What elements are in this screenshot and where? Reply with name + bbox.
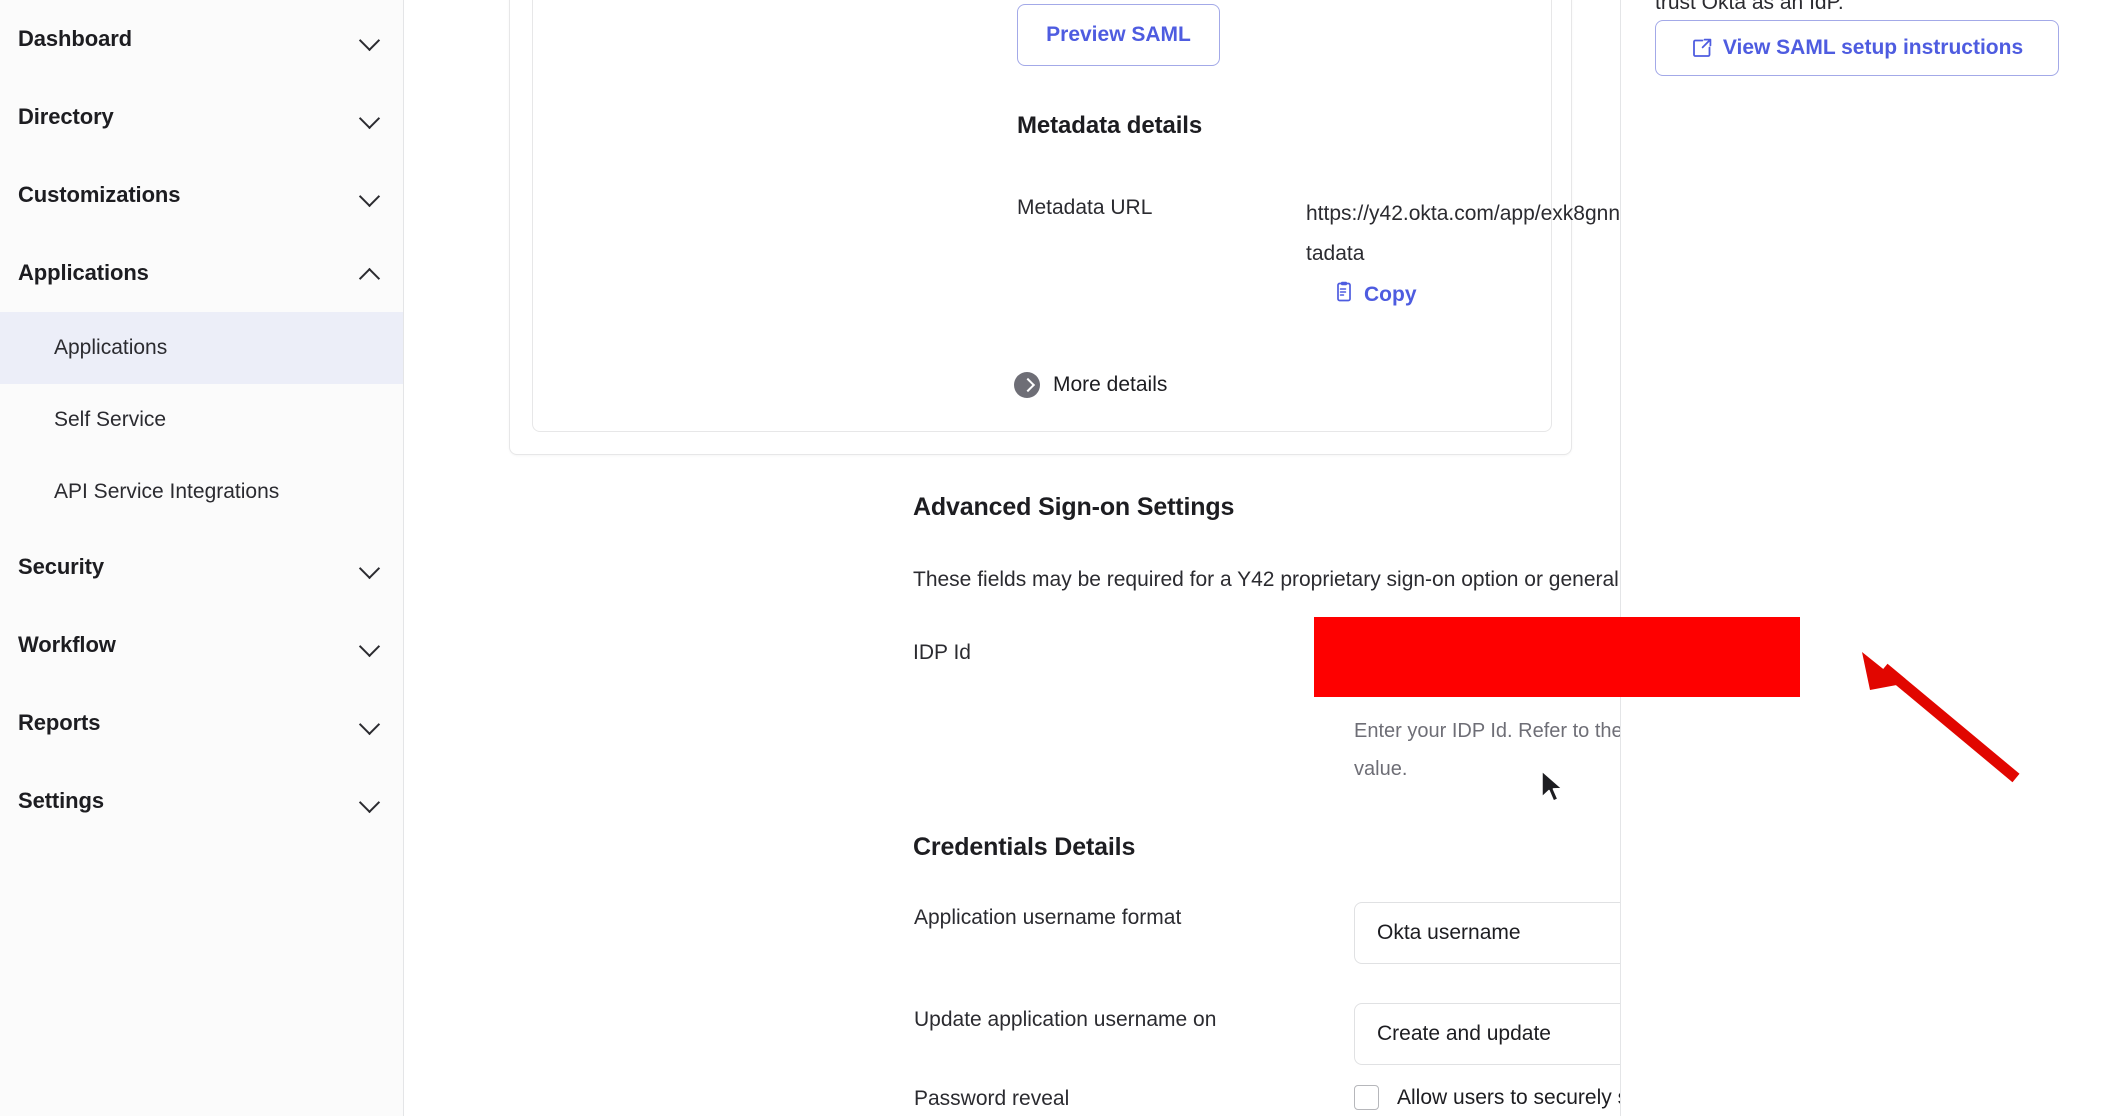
metadata-url-label: Metadata URL: [1017, 196, 1153, 219]
sidebar-item-customizations[interactable]: Customizations: [0, 156, 403, 234]
chevron-down-icon: [359, 28, 381, 50]
sidebar-item-label: Directory: [18, 104, 114, 129]
sidebar-item-label: Applications: [18, 260, 149, 285]
preview-saml-button[interactable]: Preview SAML: [1017, 4, 1220, 66]
password-reveal-label: Password reveal: [914, 1087, 1070, 1110]
sidebar-subitem-label: Applications: [54, 336, 168, 359]
sidebar-item-applications[interactable]: Applications: [0, 234, 403, 312]
sidebar-item-directory[interactable]: Directory: [0, 78, 403, 156]
redaction-overlay-idp-id: [1314, 617, 1800, 697]
right-panel: trust Okta as an IdP. View SAML setup in…: [1621, 0, 2112, 1116]
sidebar-subitem-api-service-integrations[interactable]: API Service Integrations: [0, 456, 403, 528]
credentials-details-heading: Credentials Details: [913, 833, 1136, 861]
view-saml-label: View SAML setup instructions: [1722, 36, 2024, 59]
sidebar-item-label: Dashboard: [18, 26, 133, 51]
update-application-username-on-label: Update application username on: [914, 1008, 1217, 1031]
okta-admin-console: Dashboard Directory Customizations Appli…: [0, 0, 2112, 1116]
sidebar-item-reports[interactable]: Reports: [0, 684, 403, 762]
sidebar-nav: Dashboard Directory Customizations Appli…: [0, 0, 404, 1116]
chevron-down-icon: [359, 556, 381, 578]
chevron-down-icon: [359, 634, 381, 656]
sidebar-item-label: Settings: [18, 788, 104, 813]
circle-chevron-right-icon: [1014, 372, 1040, 398]
sidebar-subitem-applications[interactable]: Applications: [0, 312, 403, 384]
preview-saml-label: Preview SAML: [1046, 23, 1191, 46]
metadata-details-heading: Metadata details: [1017, 112, 1203, 139]
advanced-signon-description: These fields may be required for a Y42 p…: [913, 568, 1693, 591]
chevron-down-icon: [359, 106, 381, 128]
sidebar-item-dashboard[interactable]: Dashboard: [0, 0, 403, 78]
chevron-up-icon: [359, 262, 381, 284]
copy-label: Copy: [1364, 283, 1417, 306]
sidebar-item-security[interactable]: Security: [0, 528, 403, 606]
sidebar-item-label: Security: [18, 554, 105, 579]
advanced-signon-settings-heading: Advanced Sign-on Settings: [913, 493, 1235, 521]
password-reveal-checkbox[interactable]: [1354, 1085, 1379, 1110]
sidebar-item-workflow[interactable]: Workflow: [0, 606, 403, 684]
more-details-toggle[interactable]: More details: [1014, 372, 1167, 398]
copy-metadata-url-button[interactable]: Copy: [1333, 281, 1417, 309]
chevron-down-icon: [359, 712, 381, 734]
more-details-label: More details: [1053, 373, 1168, 396]
sidebar-subitem-label: API Service Integrations: [54, 480, 280, 503]
sidebar-item-settings[interactable]: Settings: [0, 762, 403, 840]
sidebar-subitem-self-service[interactable]: Self Service: [0, 384, 403, 456]
external-link-icon: [1691, 37, 1713, 59]
sidebar-subitem-label: Self Service: [54, 408, 167, 431]
view-saml-setup-instructions-button[interactable]: View SAML setup instructions: [1655, 20, 2059, 76]
clipboard-copy-icon: [1333, 281, 1355, 309]
chevron-down-icon: [359, 184, 381, 206]
sidebar-item-label: Workflow: [18, 632, 116, 657]
right-panel-partial-text: trust Okta as an IdP.: [1655, 0, 1844, 14]
application-username-format-label: Application username format: [914, 906, 1182, 929]
sidebar-item-label: Reports: [18, 710, 101, 735]
sidebar-item-label: Customizations: [18, 182, 181, 207]
chevron-down-icon: [359, 790, 381, 812]
idp-id-label: IDP Id: [913, 641, 971, 664]
